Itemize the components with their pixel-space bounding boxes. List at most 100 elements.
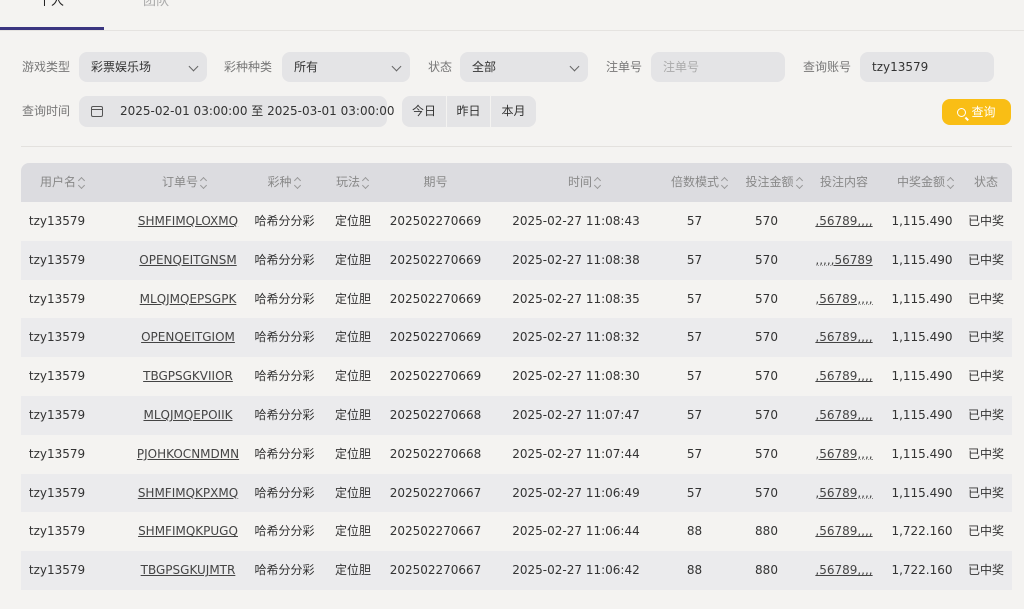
column-header-time[interactable]: 时间 bbox=[487, 163, 683, 202]
cell-period: 202502270669 bbox=[389, 369, 482, 384]
cell-period: 202502270667 bbox=[389, 563, 482, 578]
column-header-play[interactable]: 玩法 bbox=[322, 163, 384, 202]
column-header-lottery[interactable]: 彩种 bbox=[247, 163, 322, 202]
bet-content-link[interactable]: ,56789,,,, bbox=[813, 512, 875, 551]
table-row: tzy13579 MLQJMQEPOIIK 哈希分分彩 定位胆 202502270668… bbox=[21, 396, 1012, 435]
cell-lottery: 哈希分分彩 bbox=[254, 214, 315, 228]
cell-amount: 570 bbox=[755, 291, 778, 306]
cell-user: tzy13579 bbox=[28, 214, 86, 228]
bet-content-link[interactable]: ,56789,,,, bbox=[813, 357, 875, 396]
game-type-select[interactable]: 彩票娱乐场 bbox=[79, 52, 207, 82]
cell-win: 1,115.490 bbox=[891, 485, 953, 500]
bet-content-link[interactable]: ,56789,,,, bbox=[813, 280, 875, 319]
cell-time: 2025-02-27 11:06:42 bbox=[512, 563, 640, 578]
table-row: tzy13579 OPENQEITGNSM 哈希分分彩 定位胆 202502270669… bbox=[21, 240, 1012, 280]
tab-personal[interactable]: 个人 bbox=[38, 0, 64, 9]
order-no-placeholder: 注单号 bbox=[663, 60, 700, 74]
bet-content-link[interactable]: ,56789,,,, bbox=[813, 551, 875, 590]
cell-time: 2025-02-27 11:08:32 bbox=[512, 330, 640, 345]
bet-content-link[interactable]: ,56789,,,, bbox=[813, 474, 875, 513]
cell-amount: 570 bbox=[755, 408, 778, 422]
chevron-down-icon bbox=[569, 61, 580, 72]
table-row: tzy13579 SHMFIMQLOXMQ 哈希分分彩 定位胆 202502270669… bbox=[21, 202, 1012, 241]
cell-status: 已中奖 bbox=[967, 446, 1004, 461]
sort-icon[interactable] bbox=[78, 177, 86, 189]
account-input[interactable]: tzy13579 bbox=[860, 52, 994, 82]
cell-play: 定位胆 bbox=[334, 408, 371, 422]
cell-lottery: 哈希分分彩 bbox=[254, 485, 315, 500]
column-header-multiple[interactable]: 倍数模式 bbox=[664, 163, 736, 202]
chevron-down-icon bbox=[188, 61, 199, 72]
today-button[interactable]: 今日 bbox=[402, 96, 446, 127]
bet-content-link[interactable]: ,56789,,,, bbox=[813, 202, 875, 241]
sort-icon[interactable] bbox=[796, 177, 804, 189]
bet-content-link[interactable]: ,56789,,,, bbox=[813, 396, 875, 435]
filter-divider bbox=[21, 146, 1012, 147]
column-header-amount[interactable]: 投注金额 bbox=[736, 163, 813, 202]
calendar-icon bbox=[91, 106, 103, 117]
cell-lottery: 哈希分分彩 bbox=[254, 446, 315, 461]
table-row: tzy13579 PJOHKOCNMDMN 哈希分分彩 定位胆 202502270668… bbox=[21, 434, 1012, 474]
cell-win: 1,115.490 bbox=[891, 291, 953, 306]
sort-icon[interactable] bbox=[594, 177, 602, 189]
chevron-down-icon bbox=[391, 61, 402, 72]
table-row: tzy13579 MLQJMQEPSGPK 哈希分分彩 定位胆 202502270669… bbox=[21, 279, 1012, 319]
status-select[interactable]: 全部 bbox=[460, 52, 588, 82]
sort-icon[interactable] bbox=[200, 177, 208, 189]
sort-icon[interactable] bbox=[294, 177, 302, 189]
lottery-type-select[interactable]: 所有 bbox=[282, 52, 410, 82]
tab-team[interactable]: 团队 bbox=[143, 0, 169, 9]
cell-win: 1,115.490 bbox=[891, 214, 953, 228]
cell-lottery: 哈希分分彩 bbox=[254, 369, 315, 384]
bet-content-link[interactable]: ,,,,,56789 bbox=[813, 241, 875, 280]
table-row: tzy13579 TBGPSGKUJMTR 哈希分分彩 定位胆 202502270667… bbox=[21, 551, 1012, 591]
table-row: tzy13579 OPENQEITGIOM 哈希分分彩 定位胆 202502270669… bbox=[21, 318, 1012, 358]
cell-amount: 570 bbox=[755, 446, 778, 461]
cell-period: 202502270669 bbox=[389, 252, 482, 267]
cell-lottery: 哈希分分彩 bbox=[254, 291, 315, 306]
sort-icon[interactable] bbox=[947, 177, 955, 189]
cell-status: 已中奖 bbox=[967, 252, 1004, 267]
cell-win: 1,115.490 bbox=[891, 369, 953, 384]
sort-icon[interactable] bbox=[362, 177, 370, 189]
yesterday-button[interactable]: 昨日 bbox=[447, 96, 490, 127]
cell-amount: 570 bbox=[755, 252, 778, 267]
cell-status: 已中奖 bbox=[967, 485, 1004, 500]
cell-user: tzy13579 bbox=[28, 446, 86, 461]
column-header-win[interactable]: 中奖金额 bbox=[885, 163, 967, 202]
tab-divider bbox=[0, 30, 1024, 31]
cell-period: 202502270669 bbox=[389, 214, 482, 228]
cell-period: 202502270667 bbox=[389, 485, 482, 500]
cell-win: 1,722.160 bbox=[891, 563, 953, 578]
cell-user: tzy13579 bbox=[28, 563, 86, 578]
lottery-type-label: 彩种种类 bbox=[224, 60, 273, 74]
cell-multiple: 57 bbox=[686, 408, 703, 422]
column-header-user[interactable]: 用户名 bbox=[21, 163, 105, 202]
cell-period: 202502270669 bbox=[389, 330, 482, 345]
date-range-picker[interactable]: 2025-02-01 03:00:00 至 2025-03-01 03:00:0… bbox=[79, 96, 395, 127]
search-button[interactable]: 查询 bbox=[942, 99, 1011, 125]
order-no-input[interactable]: 注单号 bbox=[651, 52, 785, 82]
cell-user: tzy13579 bbox=[28, 291, 86, 306]
sort-icon[interactable] bbox=[721, 177, 729, 189]
cell-multiple: 57 bbox=[686, 369, 703, 384]
time-label: 查询时间 bbox=[22, 104, 71, 118]
cell-status: 已中奖 bbox=[967, 291, 1004, 306]
cell-play: 定位胆 bbox=[334, 291, 371, 306]
cell-play: 定位胆 bbox=[334, 214, 371, 228]
this-month-button[interactable]: 本月 bbox=[491, 96, 536, 127]
bet-content-link[interactable]: ,56789,,,, bbox=[813, 435, 875, 474]
cell-amount: 570 bbox=[755, 330, 778, 345]
cell-status: 已中奖 bbox=[967, 408, 1004, 422]
account-label: 查询账号 bbox=[803, 60, 852, 74]
cell-time: 2025-02-27 11:06:49 bbox=[512, 485, 640, 500]
bet-content-link[interactable]: ,56789,,,, bbox=[813, 318, 875, 357]
column-header-content: 投注内容 bbox=[819, 175, 868, 189]
cell-multiple: 57 bbox=[686, 252, 703, 267]
column-header-period: 期号 bbox=[423, 175, 448, 189]
cell-status: 已中奖 bbox=[967, 369, 1004, 384]
cell-user: tzy13579 bbox=[28, 252, 86, 267]
cell-user: tzy13579 bbox=[28, 524, 86, 539]
cell-time: 2025-02-27 11:08:30 bbox=[512, 369, 640, 384]
column-header-order[interactable]: 订单号 bbox=[105, 163, 265, 202]
